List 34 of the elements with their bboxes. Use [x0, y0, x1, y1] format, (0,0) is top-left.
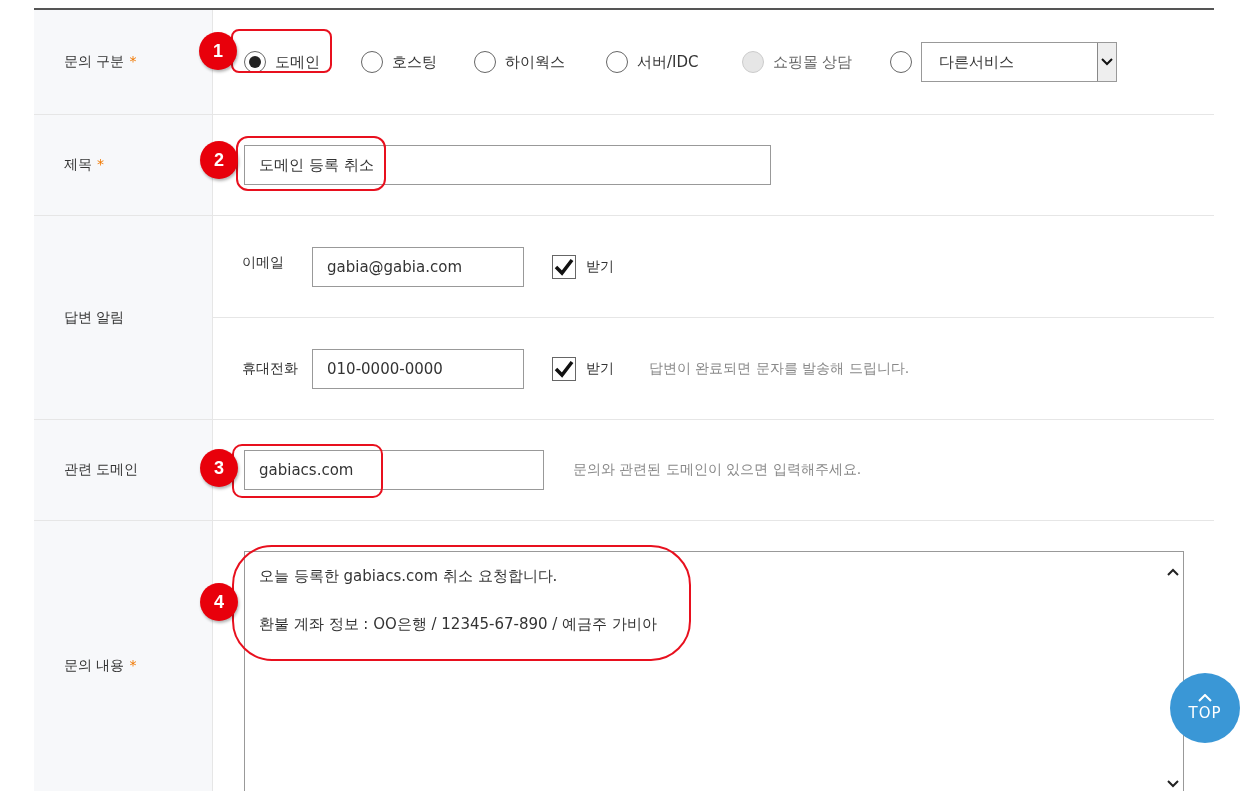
field-label: 문의 내용 * — [64, 657, 137, 675]
required-mark: * — [97, 156, 104, 172]
radio-option[interactable]: 하이웍스 — [474, 51, 565, 73]
checkmark-icon — [554, 359, 574, 378]
field-label: 휴대전화 — [242, 359, 299, 378]
title-input[interactable]: 도메인 등록 취소 — [244, 145, 771, 185]
text-line: 오늘 등록한 gabiacs.com 취소 요청합니다. — [259, 566, 559, 587]
required-mark: * — [129, 657, 137, 673]
field-label: 제목 * — [64, 156, 104, 174]
radio-option[interactable]: 서버/IDC — [606, 51, 699, 73]
scroll-up-icon — [1167, 568, 1179, 576]
radio-option[interactable]: 도메인 — [244, 51, 320, 73]
required-mark: * — [129, 53, 137, 69]
phone-input[interactable]: 010-0000-0000 — [312, 348, 524, 389]
checkbox-label: 받기 — [586, 359, 614, 378]
radio-option[interactable]: 호스팅 — [361, 51, 437, 73]
checkbox[interactable] — [552, 356, 576, 381]
service-dropdown[interactable]: 다른서비스 — [921, 42, 1118, 82]
field-label: 문의 구분 * — [64, 53, 137, 71]
email-input[interactable]: gabia@gabia.com — [312, 246, 524, 287]
checkmark-icon — [554, 257, 574, 276]
chevron-down-icon — [1101, 58, 1114, 66]
text-line: 환불 계좌 정보 : OO은행 / 12345-67-890 / 예금주 가비아 — [259, 614, 658, 635]
checkbox-label: 받기 — [586, 257, 614, 276]
field-label: 이메일 — [242, 254, 285, 272]
scroll-down-icon — [1167, 780, 1179, 788]
chevron-up-icon — [1198, 694, 1212, 702]
checkbox[interactable] — [552, 254, 576, 279]
field-label: 관련 도메인 — [64, 461, 139, 479]
radio-button[interactable] — [890, 51, 913, 73]
hint-text: 문의와 관련된 도메인이 있으면 입력해주세요. — [573, 461, 862, 479]
domain-input[interactable]: gabiacs.com — [244, 450, 544, 490]
hint-text: 답변이 완료되면 문자를 발송해 드립니다. — [649, 359, 910, 378]
field-label: 답변 알림 — [64, 308, 125, 327]
